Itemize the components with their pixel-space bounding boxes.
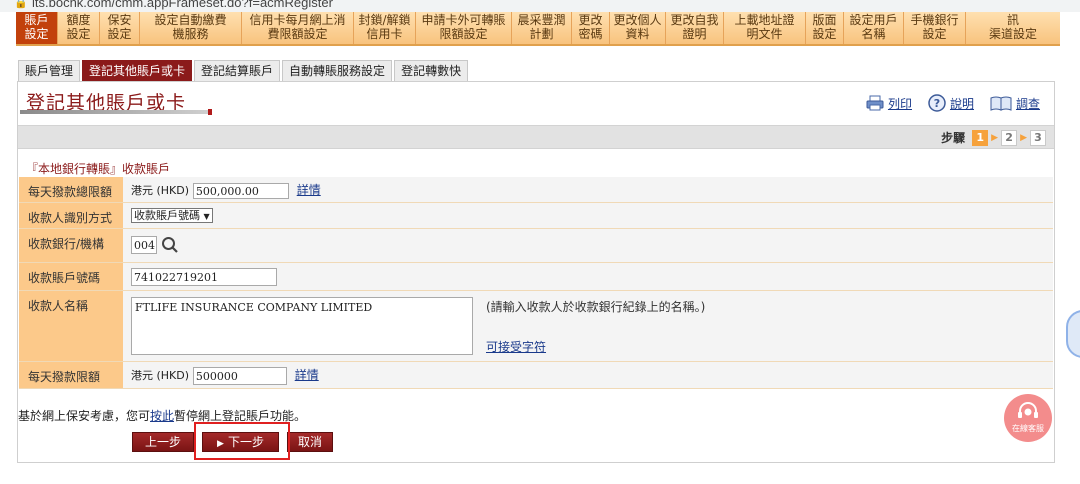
step-1: 1 <box>972 129 989 146</box>
payee-bank-input[interactable]: 004 <box>131 236 157 254</box>
nav-upload-address[interactable]: 上載地址證 明文件 <box>724 12 806 44</box>
top-navigation: 賬戶 設定 額度 設定 保安 設定 設定自動繳費 機服務 信用卡每月網上消 費限… <box>16 12 1060 46</box>
book-icon <box>990 96 1012 111</box>
nav-change-password[interactable]: 更改 密碼 <box>572 12 610 44</box>
payee-form: 每天撥款總限額 港元 (HKD) 500,000.00 詳情 收款人識別方式 收… <box>19 177 1053 389</box>
tab-register-other-account[interactable]: 登記其他賬戶或卡 <box>82 60 193 81</box>
nav-security-settings[interactable]: 保安 設定 <box>100 12 140 44</box>
label-daily-limit: 每天撥款限額 <box>19 362 123 388</box>
daily-limit-total-details-link[interactable]: 詳情 <box>297 183 321 197</box>
tab-register-settlement[interactable]: 登記結算賬戶 <box>194 60 281 81</box>
row-payee-name: 收款人名稱 FTLIFE INSURANCE COMPANY LIMITED (… <box>19 291 1053 362</box>
nav-change-profile[interactable]: 更改個人 資料 <box>610 12 666 44</box>
online-service-label: 在線客服 <box>1012 424 1044 433</box>
currency-label: 港元 (HKD) <box>131 184 190 197</box>
daily-limit-details-link[interactable]: 詳情 <box>295 368 319 382</box>
nav-transfer-limit[interactable]: 申請卡外可轉賬 限額設定 <box>416 12 512 44</box>
nav-account-settings[interactable]: 賬戶 設定 <box>16 12 58 44</box>
label-payee-account: 收款賬戶號碼 <box>19 263 123 290</box>
row-daily-limit-total: 每天撥款總限額 港元 (HKD) 500,000.00 詳情 <box>19 177 1053 203</box>
label-payee-id-method: 收款人識別方式 <box>19 203 123 228</box>
tab-bar: 賬戶管理 登記其他賬戶或卡 登記結算賬戶 自動轉賬服務設定 登記轉數快 <box>18 60 470 81</box>
nav-credit-card-limit[interactable]: 信用卡每月網上消 費限額設定 <box>242 12 354 44</box>
headset-icon <box>1018 402 1038 418</box>
row-payee-bank: 收款銀行/機構 004 <box>19 229 1053 263</box>
help-link[interactable]: ? 說明 <box>928 94 974 112</box>
label-daily-limit-total: 每天撥款總限額 <box>19 177 123 202</box>
printer-icon <box>866 95 884 111</box>
step-3: 3 <box>1030 129 1046 146</box>
next-button-highlight <box>194 422 290 460</box>
payee-id-method-select[interactable]: 收款賬戶號碼 ▼ <box>131 208 213 223</box>
svg-text:?: ? <box>934 97 940 110</box>
label-payee-name: 收款人名稱 <box>19 291 123 361</box>
prev-step-button[interactable]: 上一步 <box>132 432 195 452</box>
label-payee-bank: 收款銀行/機構 <box>19 229 123 262</box>
suspend-registration-link[interactable]: 按此 <box>150 409 174 423</box>
page-margin <box>1062 12 1080 484</box>
tab-fps[interactable]: 登記轉數快 <box>394 60 469 81</box>
nav-mobile-banking[interactable]: 手機銀行 設定 <box>904 12 966 44</box>
step-arrow-icon: ▶ <box>1020 132 1027 143</box>
nav-marketing-channel[interactable]: 接收直銷推廣資訊 渠道設定 <box>966 12 1060 44</box>
nav-self-certification[interactable]: 更改自我 證明 <box>666 12 724 44</box>
tab-auto-transfer[interactable]: 自動轉賬服務設定 <box>282 60 393 81</box>
payee-name-textarea[interactable]: FTLIFE INSURANCE COMPANY LIMITED <box>131 297 473 355</box>
nav-username[interactable]: 設定用戶 名稱 <box>844 12 904 44</box>
page-toolbar: 列印 ? 說明 調查 <box>866 94 1040 112</box>
chevron-down-icon: ▼ <box>203 212 210 221</box>
step-indicator: 步驟 1 ▶ 2 ▶ 3 <box>941 129 1046 146</box>
search-icon[interactable] <box>161 236 179 254</box>
lock-icon: 🔒 <box>14 0 28 9</box>
daily-limit-input[interactable]: 500000 <box>192 366 287 385</box>
acceptable-characters-link[interactable]: 可接受字符 <box>486 338 546 355</box>
title-underline <box>20 109 212 115</box>
tab-account-management[interactable]: 賬戶管理 <box>18 60 81 81</box>
online-service-button[interactable]: 在線客服 <box>1004 394 1052 442</box>
survey-link[interactable]: 調查 <box>990 94 1040 112</box>
cancel-button[interactable]: 取消 <box>286 432 333 452</box>
currency-label: 港元 (HKD) <box>131 369 190 382</box>
row-payee-id-method: 收款人識別方式 收款賬戶號碼 ▼ <box>19 203 1053 229</box>
step-label: 步驟 <box>941 131 966 145</box>
help-icon: ? <box>928 94 946 112</box>
main-panel: 登記其他賬戶或卡 列印 ? 說明 調查 步驟 1 ▶ 2 ▶ 3 『本地銀行轉賬… <box>17 81 1055 463</box>
row-payee-account: 收款賬戶號碼 741022719201 <box>19 263 1053 291</box>
print-link[interactable]: 列印 <box>866 94 912 112</box>
row-daily-limit: 每天撥款限額 港元 (HKD) 500000 詳情 <box>19 362 1053 389</box>
nav-plan[interactable]: 晨采豐潤 計劃 <box>512 12 572 44</box>
url-text[interactable]: its.bochk.com/cmm.appFrameset.do?f=acmRe… <box>32 0 333 10</box>
payee-account-input[interactable]: 741022719201 <box>131 268 277 286</box>
nav-auto-payment[interactable]: 設定自動繳費 機服務 <box>140 12 242 44</box>
daily-limit-total-input[interactable]: 500,000.00 <box>192 182 289 199</box>
step-2: 2 <box>1001 129 1018 146</box>
step-arrow-icon: ▶ <box>991 132 999 143</box>
nav-card-lock[interactable]: 封鎖/解鎖 信用卡 <box>354 12 416 44</box>
address-bar[interactable]: 🔒 its.bochk.com/cmm.appFrameset.do?f=acm… <box>0 0 1080 12</box>
nav-limit-settings[interactable]: 額度 設定 <box>58 12 100 44</box>
section-title: 『本地銀行轉賬』收款賬戶 <box>26 162 171 176</box>
nav-layout-settings[interactable]: 版面 設定 <box>806 12 844 44</box>
payee-name-hint: (請輸入收款人於收款銀行紀錄上的名稱。) <box>486 300 706 314</box>
step-bar: 步驟 1 ▶ 2 ▶ 3 <box>18 125 1054 149</box>
